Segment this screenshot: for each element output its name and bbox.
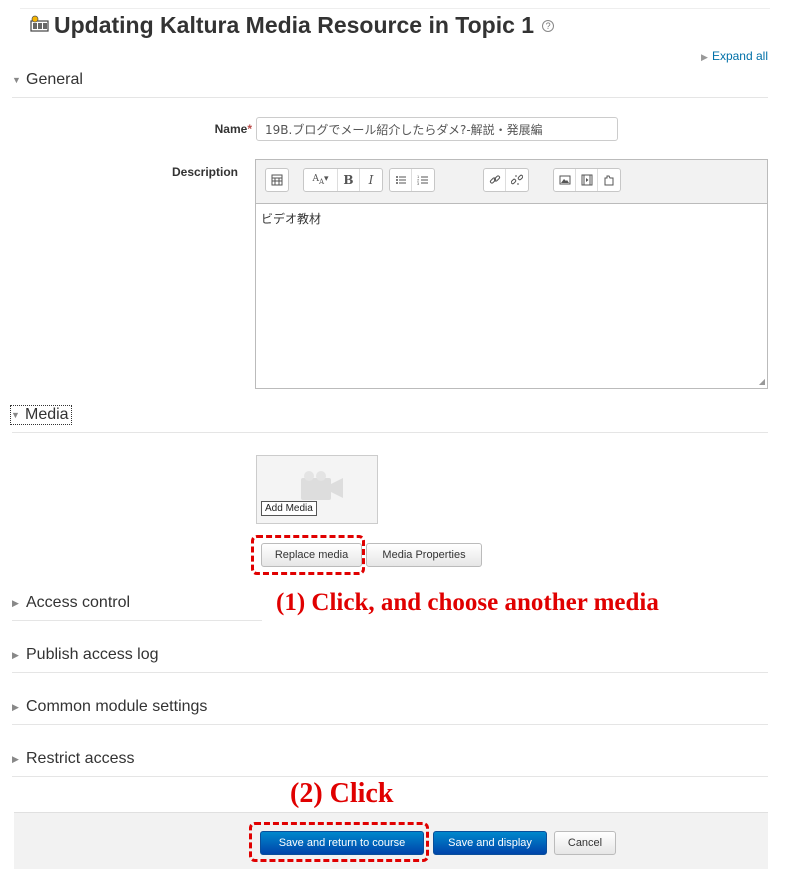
section-divider <box>12 776 768 777</box>
section-common-module-settings-label: Common module settings <box>26 698 208 715</box>
unlink-icon[interactable] <box>506 169 528 191</box>
section-common-module-settings[interactable]: ▶ Common module settings <box>12 698 207 716</box>
section-divider <box>12 97 768 98</box>
caret-right-icon: ▶ <box>12 597 19 608</box>
section-general[interactable]: ▼ General <box>12 71 83 89</box>
bold-icon[interactable]: B <box>338 169 360 191</box>
section-access-control[interactable]: ▶ Access control <box>12 594 130 612</box>
image-icon[interactable] <box>554 169 576 191</box>
media-properties-button[interactable]: Media Properties <box>366 543 482 567</box>
annotation-box-save <box>249 822 429 862</box>
description-content[interactable]: ビデオ教材 <box>256 204 767 233</box>
help-icon[interactable]: ? <box>542 19 555 32</box>
toolbar-group-5 <box>553 168 621 192</box>
name-field[interactable] <box>256 117 618 141</box>
editor-toolbar: AA▾ B I 123 <box>256 160 767 204</box>
caret-right-icon: ▶ <box>701 52 708 62</box>
resize-grip-icon[interactable]: ◢ <box>759 377 765 386</box>
kaltura-media-icon <box>30 12 50 39</box>
caret-right-icon: ▶ <box>12 753 19 764</box>
caret-right-icon: ▶ <box>12 701 19 712</box>
table-icon[interactable] <box>266 169 288 191</box>
expand-all-link[interactable]: ▶ Expand all <box>701 49 768 63</box>
section-general-label: General <box>26 71 83 88</box>
section-publish-access-log-label: Publish access log <box>26 646 159 663</box>
section-publish-access-log[interactable]: ▶ Publish access log <box>12 646 159 664</box>
caret-right-icon: ▶ <box>12 649 19 660</box>
section-divider <box>12 672 768 673</box>
add-media-label: Add Media <box>261 501 317 516</box>
section-restrict-access-label: Restrict access <box>26 750 135 767</box>
annotation-box-replace <box>251 535 365 575</box>
section-access-control-label: Access control <box>26 594 131 611</box>
caret-down-icon: ▼ <box>11 410 20 420</box>
svg-text:3: 3 <box>417 181 420 186</box>
name-label: Name* <box>150 122 252 136</box>
toolbar-group-4 <box>483 168 529 192</box>
description-label: Description <box>171 165 238 179</box>
toolbar-group-3: 123 <box>389 168 435 192</box>
top-divider <box>20 8 770 9</box>
annotation-step2: (2) Click <box>290 778 394 809</box>
caret-down-icon: ▼ <box>12 75 21 85</box>
page-title-text: Updating Kaltura Media Resource in Topic… <box>54 12 535 38</box>
font-size-icon[interactable]: AA▾ <box>304 169 338 191</box>
page-title: Updating Kaltura Media Resource in Topic… <box>30 12 555 39</box>
section-divider <box>12 620 262 621</box>
annotation-step1: (1) Click, and choose another media <box>276 589 659 616</box>
manage-files-icon[interactable] <box>598 169 620 191</box>
name-label-text: Name <box>214 122 248 136</box>
section-divider <box>12 432 768 433</box>
numbered-list-icon[interactable]: 123 <box>412 169 434 191</box>
required-mark: * <box>247 122 252 136</box>
save-and-display-button[interactable]: Save and display <box>433 831 547 855</box>
link-icon[interactable] <box>484 169 506 191</box>
bullet-list-icon[interactable] <box>390 169 412 191</box>
expand-all-label: Expand all <box>711 49 768 63</box>
media-icon[interactable] <box>576 169 598 191</box>
section-divider <box>12 724 768 725</box>
cancel-button[interactable]: Cancel <box>554 831 616 855</box>
toolbar-group-1 <box>265 168 289 192</box>
section-media-label: Media <box>25 406 69 423</box>
italic-icon[interactable]: I <box>360 169 382 191</box>
description-editor[interactable]: AA▾ B I 123 ビデオ教材 ◢ <box>255 159 768 389</box>
section-media[interactable]: ▼ Media <box>10 405 72 425</box>
section-restrict-access[interactable]: ▶ Restrict access <box>12 750 134 768</box>
media-thumbnail[interactable]: Add Media <box>256 455 378 524</box>
toolbar-group-2: AA▾ B I <box>303 168 383 192</box>
